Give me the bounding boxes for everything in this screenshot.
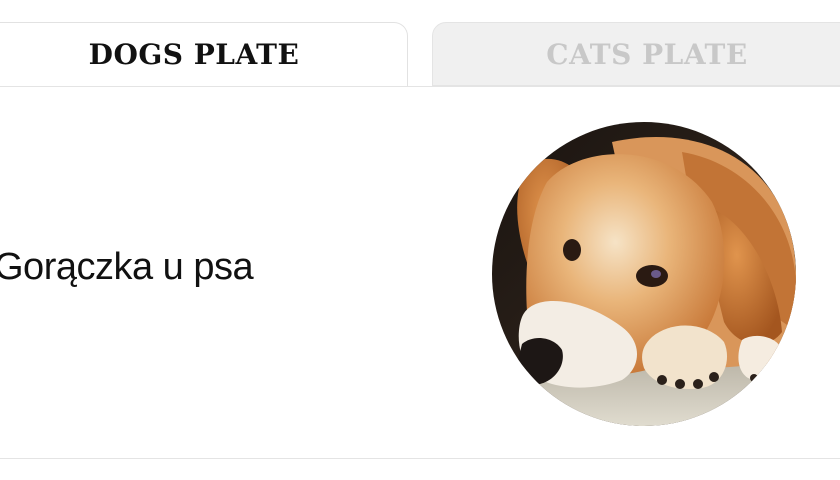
tab-dogs-plate[interactable]: DOGS PLATE — [0, 22, 408, 86]
tab-cats-plate-label: CATS PLATE — [546, 37, 748, 71]
article-title[interactable]: Gorączka u psa — [0, 246, 254, 289]
tab-dogs-plate-label: DOGS PLATE — [88, 38, 300, 71]
page: DOGS PLATE CATS PLATE Gorączka u psa — [0, 0, 840, 480]
tab-divider — [0, 86, 840, 87]
tab-cats-plate[interactable]: CATS PLATE — [432, 22, 840, 86]
bottom-divider — [0, 458, 840, 459]
dog-photo[interactable] — [492, 122, 796, 426]
dog-image-illustration — [492, 122, 796, 426]
